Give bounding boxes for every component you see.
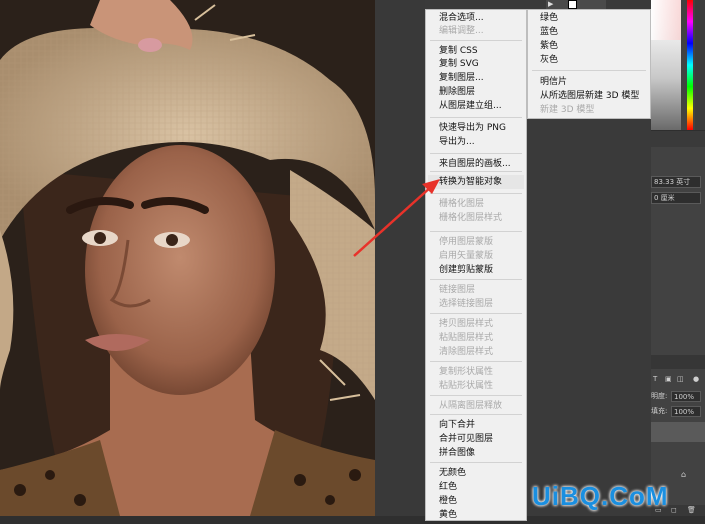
smart-filter-icon[interactable]: ◫ bbox=[677, 375, 684, 384]
menu-item: 粘贴形状属性 bbox=[439, 381, 494, 391]
menu-separator bbox=[430, 153, 522, 154]
menu-item[interactable]: 复制 CSS bbox=[439, 45, 478, 58]
menu-item[interactable]: 合并可见图层 bbox=[439, 433, 493, 446]
menu-separator bbox=[430, 313, 522, 314]
fill-label: 填充: bbox=[651, 407, 668, 415]
layers-filter-toolbar: T ▣ ◫ ● bbox=[653, 375, 703, 385]
hue-slider[interactable] bbox=[687, 0, 693, 130]
context-menu-second-column: 绿色 蓝色 紫色 灰色明信片 从所选图层新建 3D 模型 新建 3D 模型 bbox=[527, 9, 651, 119]
layer-row-selected[interactable] bbox=[651, 422, 705, 442]
menu-item: 链接图层 bbox=[439, 285, 476, 295]
menu-separator bbox=[430, 462, 522, 463]
width-field[interactable]: 83.33 英寸 bbox=[651, 176, 701, 188]
color-field-hue-tint bbox=[651, 0, 681, 40]
menu-item[interactable]: 明信片 bbox=[540, 76, 567, 89]
menu-separator bbox=[430, 40, 522, 41]
menu-item[interactable]: 拼合图像 bbox=[439, 447, 475, 460]
menu-item: 清除图层样式 bbox=[439, 347, 494, 357]
menu-item[interactable]: 复制图层... bbox=[439, 72, 484, 85]
opacity-field[interactable]: 100% bbox=[671, 391, 701, 402]
menu-item[interactable]: 复制 SVG bbox=[439, 58, 479, 71]
menu-item: 复制形状属性 bbox=[439, 367, 494, 377]
menu-item[interactable]: 无颜色 bbox=[439, 467, 466, 480]
panel-scrollbar[interactable] bbox=[695, 0, 705, 130]
right-panel: 83.33 英寸 0 厘米 T ▣ ◫ ● 明度: 100% 填充: 100% … bbox=[651, 0, 705, 516]
menu-item: 编辑调整... bbox=[439, 26, 484, 36]
lock-icon[interactable]: ⌂ bbox=[681, 470, 691, 479]
color-picker[interactable] bbox=[651, 0, 705, 130]
menu-item[interactable]: 导出为... bbox=[439, 136, 475, 149]
color-swatch-icon[interactable] bbox=[568, 0, 577, 9]
watermark-logo: UiBQ.CoM bbox=[532, 481, 669, 511]
menu-separator bbox=[430, 279, 522, 280]
status-strip bbox=[0, 516, 705, 524]
menu-item[interactable]: 灰色 bbox=[540, 54, 558, 67]
menu-item[interactable]: 删除图层 bbox=[439, 86, 475, 99]
portrait-image bbox=[0, 0, 375, 516]
menu-item[interactable]: 蓝色 bbox=[540, 26, 558, 39]
shape-filter-icon[interactable]: ▣ bbox=[665, 375, 672, 384]
menu-item[interactable]: 向下合并 bbox=[439, 419, 475, 432]
menu-item[interactable]: 紫色 bbox=[540, 40, 558, 53]
menu-item: 从隔离图层释放 bbox=[439, 401, 503, 411]
panel-divider bbox=[651, 130, 705, 147]
menu-item[interactable]: 橙色 bbox=[439, 495, 457, 508]
menu-separator bbox=[430, 414, 522, 415]
menu-item[interactable]: 红色 bbox=[439, 481, 457, 494]
play-icon[interactable]: ▶ bbox=[548, 0, 558, 8]
menu-separator bbox=[532, 70, 646, 71]
menu-item[interactable]: 从所选图层新建 3D 模型 bbox=[540, 90, 639, 103]
menu-separator bbox=[430, 395, 522, 396]
menu-item: 选择链接图层 bbox=[439, 299, 494, 309]
opacity-label: 明度: bbox=[651, 392, 668, 400]
menu-item: 粘贴图层样式 bbox=[439, 333, 494, 343]
height-field[interactable]: 0 厘米 bbox=[651, 192, 701, 204]
type-filter-icon[interactable]: T bbox=[653, 375, 657, 384]
menu-item[interactable]: 从图层建立组... bbox=[439, 100, 502, 113]
menu-item: 拷贝图层样式 bbox=[439, 319, 494, 329]
filter-toggle-icon[interactable]: ● bbox=[693, 375, 699, 384]
menu-item[interactable]: 黄色 bbox=[439, 509, 457, 522]
menu-separator bbox=[430, 117, 522, 118]
canvas-photo[interactable] bbox=[0, 0, 375, 516]
layers-panel-header bbox=[651, 355, 705, 369]
menu-item: 新建 3D 模型 bbox=[540, 105, 595, 115]
menu-item[interactable]: 快速导出为 PNG bbox=[439, 122, 506, 135]
fill-field[interactable]: 100% bbox=[671, 406, 701, 417]
red-arrow-annotation bbox=[353, 179, 440, 257]
menu-separator bbox=[430, 361, 522, 362]
menu-item[interactable]: 混合选项... bbox=[439, 12, 484, 25]
menu-item[interactable]: 绿色 bbox=[540, 12, 558, 25]
